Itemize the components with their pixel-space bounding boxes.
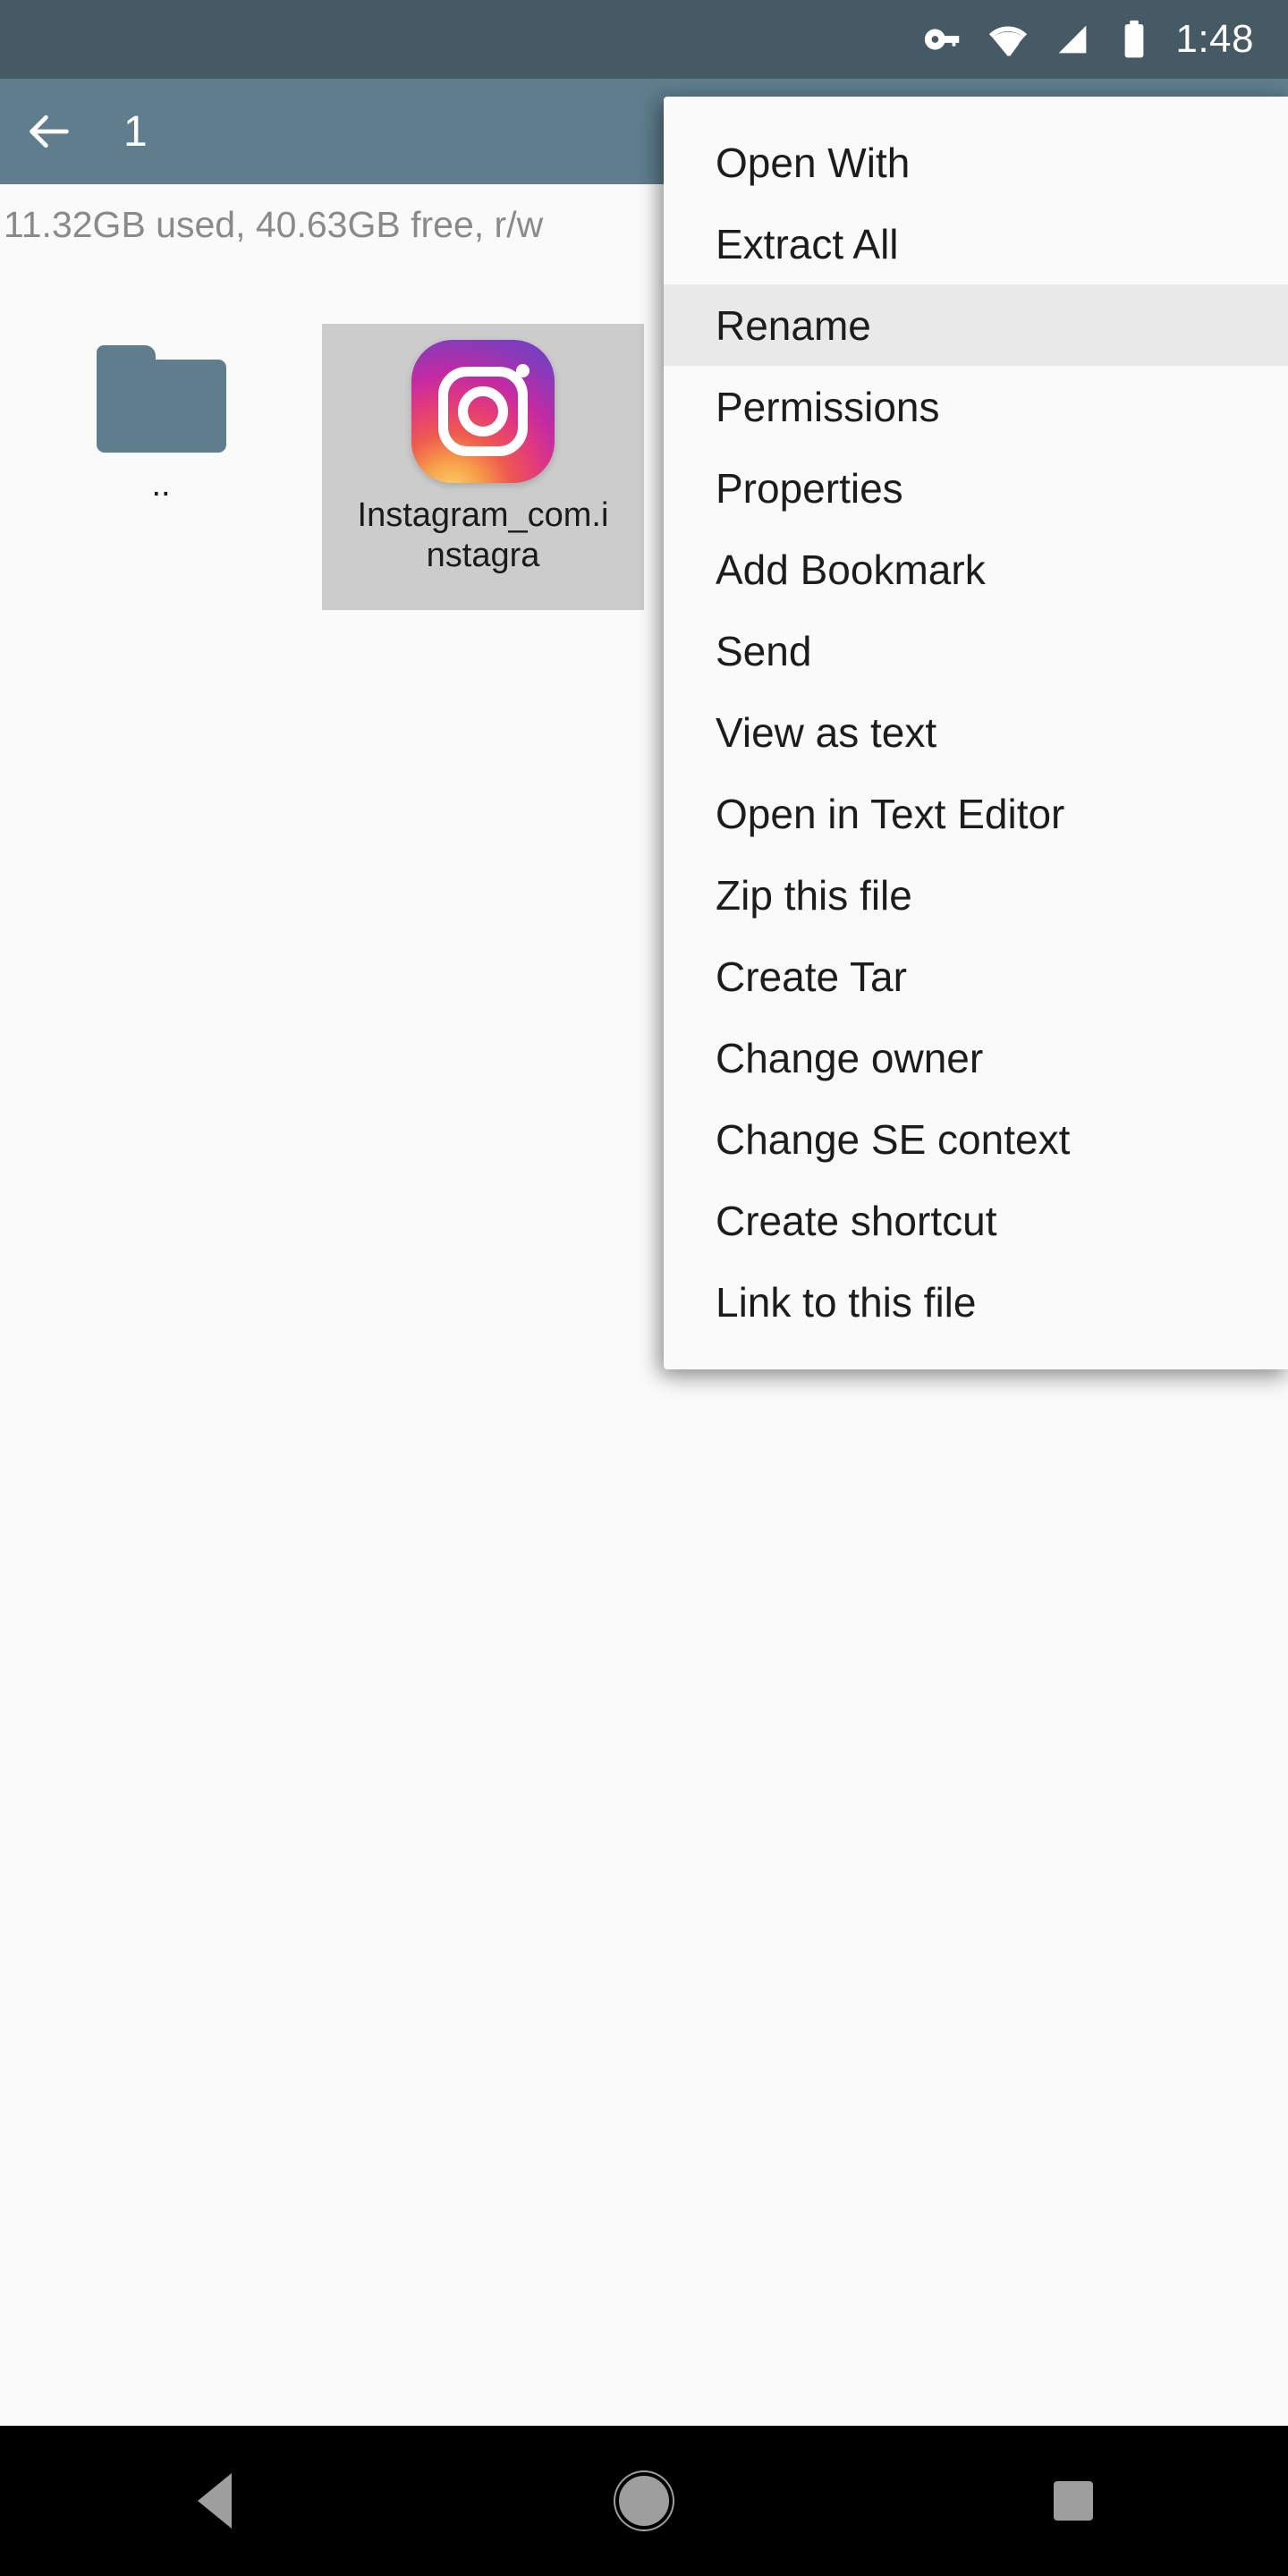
menu-item-change-owner[interactable]: Change owner xyxy=(664,1017,1288,1098)
menu-item-permissions[interactable]: Permissions xyxy=(664,366,1288,447)
menu-item-send[interactable]: Send xyxy=(664,610,1288,691)
arrow-back-icon xyxy=(30,114,69,148)
nav-home-circle-icon xyxy=(619,2476,669,2526)
file-item-parent[interactable]: .. xyxy=(0,324,322,610)
instagram-icon xyxy=(411,340,555,483)
menu-item-add-bookmark[interactable]: Add Bookmark xyxy=(664,529,1288,610)
menu-item-create-tar[interactable]: Create Tar xyxy=(664,936,1288,1017)
nav-recents-square-icon xyxy=(1054,2481,1093,2521)
file-item-label: Instagram_com.instagra xyxy=(357,496,609,574)
vpn-key-icon xyxy=(923,19,964,60)
menu-item-view-as-text[interactable]: View as text xyxy=(664,691,1288,773)
menu-item-zip-this-file[interactable]: Zip this file xyxy=(664,854,1288,936)
wifi-icon xyxy=(987,19,1029,60)
file-item-instagram[interactable]: Instagram_com.instagra xyxy=(322,324,644,610)
menu-item-rename[interactable]: Rename xyxy=(664,284,1288,366)
menu-item-extract-all[interactable]: Extract All xyxy=(664,203,1288,284)
system-navigation-bar xyxy=(0,2426,1288,2576)
context-menu: Open With Extract All Rename Permissions… xyxy=(664,97,1288,1369)
battery-icon xyxy=(1116,19,1152,60)
menu-item-create-shortcut[interactable]: Create shortcut xyxy=(664,1180,1288,1261)
menu-item-open-with[interactable]: Open With xyxy=(664,122,1288,203)
file-item-label: .. xyxy=(151,466,171,504)
menu-item-open-in-text-editor[interactable]: Open in Text Editor xyxy=(664,773,1288,854)
nav-back-triangle-icon xyxy=(198,2473,232,2529)
storage-info-text: 11.32GB used, 40.63GB free, r/w xyxy=(4,203,544,245)
toolbar-title: 1 xyxy=(123,107,148,156)
menu-item-link-to-this-file[interactable]: Link to this file xyxy=(664,1261,1288,1343)
cell-signal-icon xyxy=(1052,19,1093,60)
back-button[interactable] xyxy=(0,79,98,184)
status-time: 1:48 xyxy=(1175,17,1254,61)
nav-back-button[interactable] xyxy=(125,2426,304,2576)
menu-item-properties[interactable]: Properties xyxy=(664,447,1288,529)
nav-recents-button[interactable] xyxy=(984,2426,1163,2576)
menu-item-change-se-context[interactable]: Change SE context xyxy=(664,1098,1288,1180)
nav-home-button[interactable] xyxy=(555,2426,733,2576)
folder-icon xyxy=(96,345,226,453)
phone-screen: 1:48 1 11.32GB used, 40.63GB free, r/w .… xyxy=(0,0,1288,2576)
status-bar: 1:48 xyxy=(0,0,1288,79)
